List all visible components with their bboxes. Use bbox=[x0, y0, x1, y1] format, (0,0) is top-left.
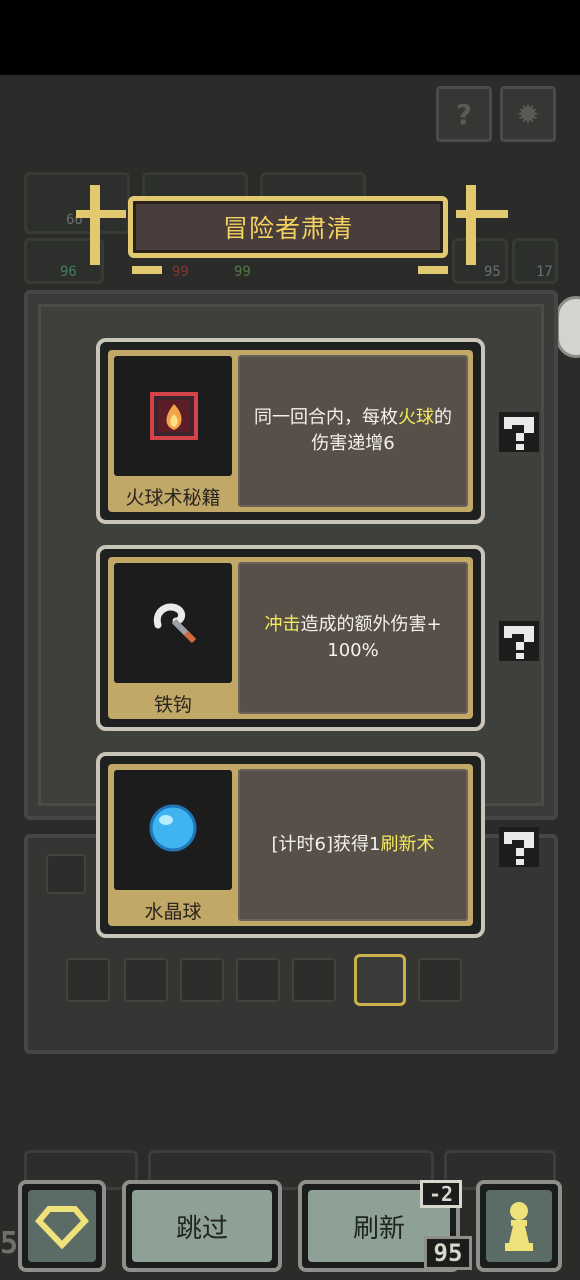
item-icon-box bbox=[114, 356, 232, 476]
item-name: 铁钩 bbox=[153, 694, 192, 716]
item-description: 冲击造成的额外伤害+ 100% bbox=[240, 564, 466, 712]
item-name: 水晶球 bbox=[144, 901, 202, 923]
item-description: [计时6]获得1刷新术 bbox=[240, 771, 466, 919]
banner-post-right bbox=[466, 185, 476, 265]
desc-text: [计时6]获得1 bbox=[271, 834, 381, 855]
help-menu-button[interactable]: ? bbox=[436, 86, 492, 142]
bg-stat-value: 17 bbox=[536, 264, 553, 280]
skip-button-label: 跳过 bbox=[132, 1190, 272, 1262]
iron-hook-icon bbox=[153, 603, 197, 644]
desc-keyword: 刷新术 bbox=[380, 834, 435, 855]
question-icon: ? bbox=[455, 97, 473, 131]
avatar[interactable] bbox=[556, 296, 580, 358]
gold-counter: 95 bbox=[424, 1236, 472, 1270]
inventory-slot bbox=[292, 958, 336, 1002]
bg-edge-number: 5 bbox=[0, 1226, 19, 1261]
inventory-slot bbox=[124, 958, 168, 1002]
bg-stat-value: 99 bbox=[172, 264, 189, 280]
desc-keyword: 火球 bbox=[398, 407, 434, 428]
item-name: 火球术秘籍 bbox=[125, 487, 221, 509]
inventory-slot bbox=[418, 958, 462, 1002]
reward-card-fire-book[interactable]: 火球术秘籍 同一回合内，每枚火球的伤害递增6 bbox=[96, 338, 485, 524]
bg-stat-value: 99 bbox=[234, 264, 251, 280]
desc-text: 同一回合内，每枚 bbox=[254, 407, 398, 428]
reward-card-iron-hook[interactable]: 铁钩 冲击造成的额外伤害+ 100% bbox=[96, 545, 485, 731]
help-button-card-3[interactable] bbox=[498, 826, 540, 868]
item-description: 同一回合内，每枚火球的伤害递增6 bbox=[240, 357, 466, 505]
item-description-panel: 同一回合内，每枚火球的伤害递增6 bbox=[238, 355, 468, 507]
gem-button-face bbox=[28, 1190, 96, 1262]
character-button-face bbox=[486, 1190, 552, 1262]
item-description-panel: 冲击造成的额外伤害+ 100% bbox=[238, 562, 468, 714]
banner-post-left bbox=[90, 185, 100, 265]
banner-post-right-bar bbox=[456, 210, 508, 218]
help-button-card-1[interactable] bbox=[498, 411, 540, 453]
character-button[interactable] bbox=[476, 1180, 562, 1272]
bg-stat-value: 96 bbox=[60, 264, 77, 280]
skip-button[interactable]: 跳过 bbox=[122, 1180, 282, 1272]
banner-foot-left bbox=[132, 266, 162, 274]
fire-book-icon bbox=[150, 392, 198, 440]
inventory-slot bbox=[180, 958, 224, 1002]
desc-text: 100% bbox=[327, 640, 379, 661]
help-button-card-2[interactable] bbox=[498, 620, 540, 662]
inventory-slot bbox=[66, 958, 110, 1002]
inventory-slot bbox=[46, 854, 86, 894]
banner-foot-right bbox=[418, 266, 448, 274]
bg-stat-value: 95 bbox=[484, 264, 501, 280]
gear-icon: ✹ bbox=[516, 97, 540, 131]
refresh-cost-badge: -2 bbox=[420, 1180, 462, 1208]
gem-button[interactable] bbox=[18, 1180, 106, 1272]
inventory-slot-selected[interactable] bbox=[354, 954, 406, 1006]
item-description-panel: [计时6]获得1刷新术 bbox=[238, 769, 468, 921]
desc-text: 造成的额外伤害+ bbox=[300, 614, 442, 635]
crystal-ball-icon bbox=[149, 804, 197, 852]
banner-post-left-bar bbox=[76, 210, 126, 218]
item-icon-box bbox=[114, 563, 232, 683]
desc-keyword: 冲击 bbox=[264, 614, 301, 635]
item-icon-box bbox=[114, 770, 232, 890]
settings-button[interactable]: ✹ bbox=[500, 86, 556, 142]
inventory-slot bbox=[236, 958, 280, 1002]
page-title: 冒险者肃清 bbox=[222, 214, 353, 243]
status-bar bbox=[0, 0, 580, 75]
diamond-icon bbox=[35, 1206, 89, 1250]
reward-card-crystal-ball[interactable]: 水晶球 [计时6]获得1刷新术 bbox=[96, 752, 485, 938]
pawn-icon bbox=[505, 1202, 533, 1251]
